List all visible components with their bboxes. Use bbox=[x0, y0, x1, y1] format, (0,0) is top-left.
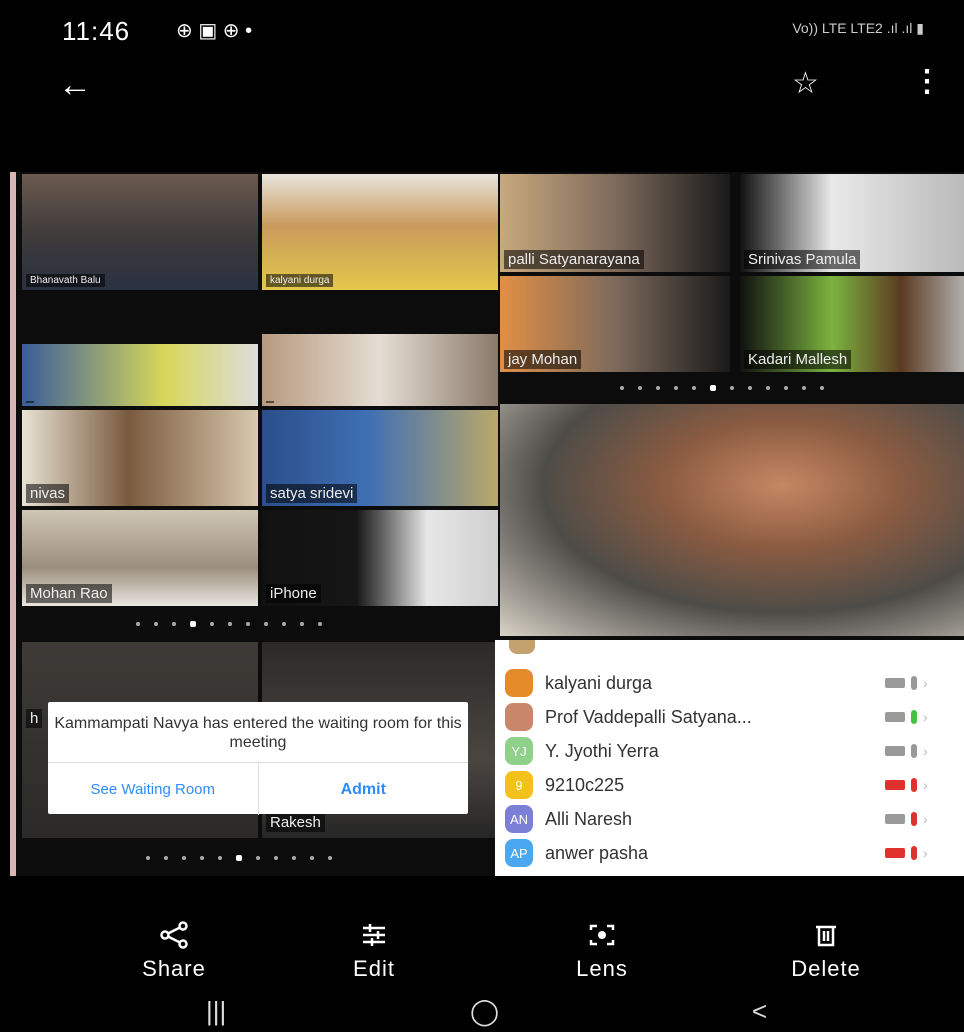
waiting-room-dialog: Kammampati Navya has entered the waiting… bbox=[48, 702, 469, 815]
video-camera-icon bbox=[885, 814, 905, 824]
microphone-icon bbox=[911, 812, 917, 826]
chevron-right-icon: › bbox=[923, 811, 928, 827]
video-tile: kalyani durga bbox=[262, 174, 498, 290]
delete-action[interactable]: Delete bbox=[746, 920, 906, 982]
avatar: YJ bbox=[505, 737, 533, 765]
video-tile: Mohan Rao bbox=[22, 510, 258, 606]
video-tile bbox=[262, 334, 498, 406]
microphone-icon bbox=[911, 778, 917, 792]
participant-row[interactable]: 9 9210c225 › bbox=[495, 768, 964, 802]
share-icon bbox=[94, 920, 254, 950]
video-tile: iPhone bbox=[262, 510, 498, 606]
video-tile: jay Mohan bbox=[500, 276, 730, 372]
participant-name: Prof Vaddepalli Satyana... bbox=[545, 706, 752, 727]
share-label: Share bbox=[142, 956, 206, 981]
star-icon[interactable]: ☆ bbox=[792, 66, 819, 101]
video-tile: Kadari Mallesh bbox=[740, 276, 964, 372]
participant-row[interactable]: kalyani durga › bbox=[495, 666, 964, 700]
page-indicator bbox=[136, 621, 322, 627]
home-button[interactable]: ◯ bbox=[470, 996, 499, 1027]
see-waiting-room-button[interactable]: See Waiting Room bbox=[48, 763, 258, 815]
video-tile: Srinivas Pamula bbox=[740, 174, 964, 272]
avatar: AN bbox=[505, 805, 533, 833]
video-camera-icon bbox=[885, 746, 905, 756]
avatar: 9 bbox=[505, 771, 533, 799]
sliders-icon bbox=[294, 920, 454, 950]
participant-name: Srinivas Pamula bbox=[744, 250, 861, 269]
participant-row[interactable]: AP anwer pasha › bbox=[495, 836, 964, 870]
back-button[interactable]: < bbox=[752, 996, 767, 1027]
avatar bbox=[505, 703, 533, 731]
participant-row[interactable]: YJ Y. Jyothi Yerra › bbox=[495, 734, 964, 768]
status-bar: 11:46 ⊕ ▣ ⊕ • Vo)) LTE LTE2 .ıl .ıl ▮ bbox=[0, 0, 964, 60]
chevron-right-icon: › bbox=[923, 743, 928, 759]
back-arrow-icon[interactable]: ← bbox=[58, 66, 92, 105]
participant-name: jay Mohan bbox=[504, 350, 582, 369]
microphone-icon bbox=[911, 846, 917, 860]
video-tile: nivas bbox=[22, 410, 258, 506]
share-action[interactable]: Share bbox=[94, 920, 254, 982]
page-indicator bbox=[620, 385, 824, 391]
participant-name: iPhone bbox=[266, 584, 321, 603]
active-speaker-video bbox=[500, 404, 964, 636]
chevron-right-icon: › bbox=[923, 777, 928, 793]
microphone-icon bbox=[911, 676, 917, 690]
participant-name: 9210c225 bbox=[545, 774, 625, 795]
recent-apps-button[interactable]: ||| bbox=[206, 996, 226, 1027]
participant-row[interactable]: Prof Vaddepalli Satyana... › bbox=[495, 700, 964, 734]
participant-name bbox=[26, 401, 34, 403]
chevron-right-icon: › bbox=[923, 675, 928, 691]
microphone-icon bbox=[911, 710, 917, 724]
participant-name bbox=[266, 401, 274, 403]
dialog-message: Kammampati Navya has entered the waiting… bbox=[54, 715, 462, 751]
participant-name: satya sridevi bbox=[266, 484, 358, 503]
avatar: AP bbox=[505, 839, 533, 867]
lens-icon bbox=[522, 920, 682, 950]
page-indicator bbox=[146, 855, 332, 861]
avatar bbox=[505, 669, 533, 697]
admit-button[interactable]: Admit bbox=[257, 763, 469, 815]
video-camera-icon bbox=[885, 712, 905, 722]
participant-name: h bbox=[26, 709, 43, 728]
video-camera-icon bbox=[885, 678, 905, 688]
video-camera-icon bbox=[885, 780, 905, 790]
trash-icon bbox=[746, 920, 906, 950]
more-options-icon[interactable]: ⋮ bbox=[912, 64, 942, 99]
participant-name: palli Satyanarayana bbox=[504, 250, 644, 269]
participant-name: Bhanavath Balu bbox=[26, 274, 105, 287]
edit-label: Edit bbox=[353, 956, 395, 981]
video-tile: Bhanavath Balu bbox=[22, 174, 258, 290]
video-tile: palli Satyanarayana bbox=[500, 174, 730, 272]
participant-name: Y. Jyothi Yerra bbox=[545, 740, 659, 761]
participant-row[interactable]: AN Alli Naresh › bbox=[495, 802, 964, 836]
participant-name: Mohan Rao bbox=[26, 584, 112, 603]
participant-name: anwer pasha bbox=[545, 842, 649, 863]
clock: 11:46 bbox=[62, 16, 131, 46]
microphone-icon bbox=[911, 744, 917, 758]
participant-name: kalyani durga bbox=[545, 672, 653, 693]
lens-label: Lens bbox=[576, 956, 628, 981]
participant-name: Alli Naresh bbox=[545, 808, 633, 829]
chevron-right-icon: › bbox=[923, 845, 928, 861]
participant-name: Kadari Mallesh bbox=[744, 350, 852, 369]
notification-icons: ⊕ ▣ ⊕ • bbox=[176, 20, 253, 42]
video-tile bbox=[22, 344, 258, 406]
chevron-right-icon: › bbox=[923, 709, 928, 725]
video-tile: satya sridevi bbox=[262, 410, 498, 506]
participant-row-partial bbox=[495, 640, 964, 666]
edit-action[interactable]: Edit bbox=[294, 920, 454, 982]
participant-name: nivas bbox=[26, 484, 70, 503]
lens-action[interactable]: Lens bbox=[522, 920, 682, 982]
participant-name: Rakesh bbox=[266, 813, 325, 832]
video-camera-icon bbox=[885, 848, 905, 858]
top-bar: ← ☆ ⋮ bbox=[0, 60, 964, 120]
signal-battery-icons: Vo)) LTE LTE2 .ıl .ıl ▮ bbox=[792, 20, 924, 36]
delete-label: Delete bbox=[791, 956, 861, 981]
participant-name: kalyani durga bbox=[266, 274, 334, 287]
participants-list: kalyani durga › Prof Vaddepalli Satyana...… bbox=[495, 640, 964, 876]
